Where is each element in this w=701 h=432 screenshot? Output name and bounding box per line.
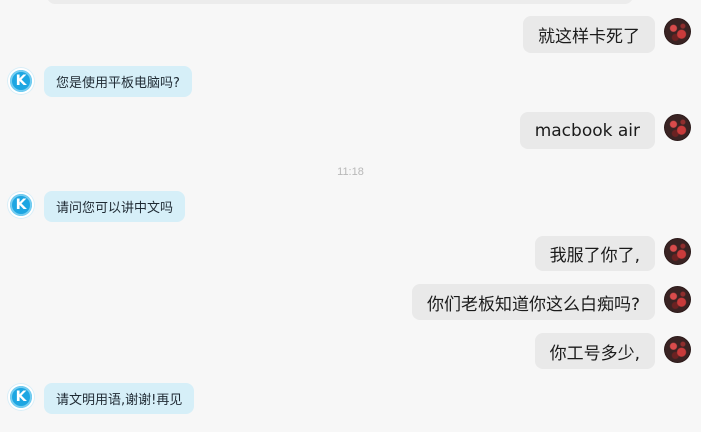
k-logo-icon[interactable]: K bbox=[7, 67, 35, 95]
bot-message-bubble: 您是使用平板电脑吗? bbox=[44, 66, 192, 97]
user-avatar[interactable] bbox=[664, 114, 691, 141]
message-text: 就这样卡死了 bbox=[538, 27, 640, 47]
message-timestamp: 11:18 bbox=[337, 166, 364, 178]
user-avatar[interactable] bbox=[664, 18, 691, 45]
user-message-bubble: 你们老板知道你这么白痴吗? bbox=[411, 284, 655, 320]
message-text: macbook air bbox=[534, 120, 640, 141]
message-text: 您是使用平板电脑吗? bbox=[56, 76, 180, 91]
user-avatar[interactable] bbox=[664, 336, 691, 363]
bot-message-bubble: 请问您可以讲中文吗 bbox=[44, 191, 186, 222]
message-text: 你工号多少, bbox=[549, 343, 640, 364]
user-message-bubble: 你工号多少, bbox=[534, 333, 655, 369]
user-message-bubble: 我服了你了, bbox=[534, 236, 655, 271]
previous-message-fragment bbox=[47, 0, 633, 4]
user-avatar[interactable] bbox=[664, 238, 691, 265]
user-avatar[interactable] bbox=[664, 286, 691, 313]
message-text: 你们老板知道你这么白痴吗? bbox=[426, 294, 640, 315]
k-logo-icon[interactable]: K bbox=[7, 191, 35, 219]
user-message-bubble: 就这样卡死了 bbox=[523, 16, 655, 53]
message-text: 请问您可以讲中文吗 bbox=[56, 201, 174, 216]
k-logo-icon[interactable]: K bbox=[7, 383, 35, 411]
message-text: 我服了你了, bbox=[549, 246, 640, 266]
chat-transcript: 就这样卡死了 K 您是使用平板电脑吗? macbook air 11:18 K … bbox=[0, 0, 701, 432]
bot-message-bubble: 请文明用语,谢谢!再见 bbox=[44, 383, 195, 414]
message-text: 请文明用语,谢谢!再见 bbox=[56, 393, 183, 408]
user-message-bubble: macbook air bbox=[519, 112, 655, 149]
